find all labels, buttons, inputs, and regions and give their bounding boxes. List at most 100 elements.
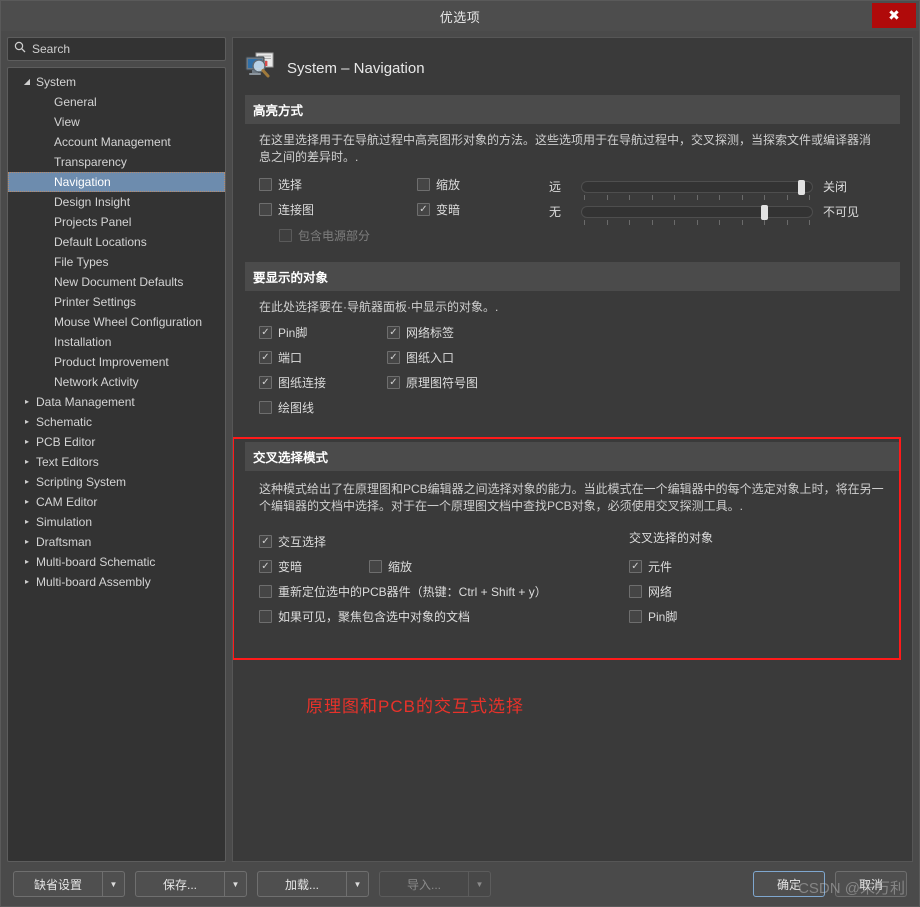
- sidebar-item-mouse-wheel-configuration[interactable]: Mouse Wheel Configuration: [8, 312, 225, 332]
- checkbox-item[interactable]: 缩放: [369, 558, 412, 575]
- chevron-down-icon[interactable]: ▼: [102, 872, 124, 896]
- search-input[interactable]: Search: [7, 37, 226, 61]
- slider-0[interactable]: [581, 179, 813, 200]
- checkbox-row: 绘图线: [259, 395, 387, 420]
- footer-button-item[interactable]: 加载... ▼: [257, 871, 369, 897]
- caret-collapsed-icon[interactable]: ▸: [18, 538, 36, 546]
- caret-collapsed-icon[interactable]: ▸: [18, 518, 36, 526]
- settings-tree[interactable]: ◢ System General View Account Management Tran…: [7, 67, 226, 862]
- checkbox-item[interactable]: 选择: [259, 176, 302, 193]
- dialog-footer: 缺省设置 ▼ 保存... ▼ 加载... ▼ 导入... ▼ 确定 取消 CSDN @朱万利: [1, 862, 919, 906]
- sidebar-item-transparency[interactable]: Transparency: [8, 152, 225, 172]
- sidebar-item-simulation[interactable]: ▸ Simulation: [8, 512, 225, 532]
- footer-button-item[interactable]: 缺省设置 ▼: [13, 871, 125, 897]
- checkbox-include-power-part[interactable]: 包含电源部分: [279, 227, 370, 244]
- checkbox-item[interactable]: 交互选择: [259, 533, 326, 550]
- slider-right-label: 不可见: [823, 205, 860, 219]
- checkbox-box: [259, 560, 272, 573]
- sidebar-item-view[interactable]: View: [8, 112, 225, 132]
- sidebar-item-network-activity[interactable]: Network Activity: [8, 372, 225, 392]
- caret-collapsed-icon[interactable]: ▸: [18, 458, 36, 466]
- sidebar-item-printer-settings[interactable]: Printer Settings: [8, 292, 225, 312]
- sidebar-item-label: Design Insight: [54, 195, 131, 209]
- checkbox-box: [387, 351, 400, 364]
- ok-button[interactable]: 确定: [753, 871, 825, 897]
- cross-select-section: 交叉选择模式 这种模式给出了在原理图和PCB编辑器之间选择对象的能力。当此模式在…: [245, 442, 900, 635]
- sidebar-item-schematic[interactable]: ▸ Schematic: [8, 412, 225, 432]
- slider-1[interactable]: [581, 204, 813, 225]
- checkbox-pin[interactable]: Pin脚: [259, 324, 307, 341]
- checkbox-item[interactable]: 元件: [629, 558, 672, 575]
- sidebar-item-label: Multi-board Assembly: [36, 575, 151, 589]
- checkbox-item[interactable]: 图纸连接: [259, 374, 326, 391]
- footer-left-buttons: 缺省设置 ▼ 保存... ▼ 加载... ▼ 导入... ▼: [13, 871, 491, 897]
- cancel-button[interactable]: 取消: [835, 871, 907, 897]
- checkbox-item[interactable]: 如果可见，聚焦包含选中对象的文档: [259, 608, 470, 625]
- checkbox-label: 交互选择: [278, 535, 327, 549]
- checkbox-label: 图纸入口: [406, 351, 455, 365]
- cross-select-right-column: 交叉选择的对象 元件网络 Pin脚: [629, 529, 713, 629]
- checkbox-pcb-ctrl-shift-y[interactable]: 重新定位选中的PCB器件（热键：Ctrl + Shift + y）: [259, 583, 547, 600]
- sidebar-item-data-management[interactable]: ▸ Data Management: [8, 392, 225, 412]
- monitor-magnifier-icon: [245, 52, 275, 85]
- caret-collapsed-icon[interactable]: ▸: [18, 438, 36, 446]
- highlight-description: 在这里选择用于在导航过程中高亮图形对象的方法。这些选项用于在导航过程中，交叉探测…: [259, 133, 872, 164]
- footer-button-item: 导入... ▼: [379, 871, 491, 897]
- chevron-down-icon[interactable]: ▼: [224, 872, 246, 896]
- sidebar-item-design-insight[interactable]: Design Insight: [8, 192, 225, 212]
- highlight-sliders: 远 关闭无 不可见: [549, 172, 860, 225]
- checkbox-pin[interactable]: Pin脚: [629, 608, 677, 625]
- sidebar-item-label: Draftsman: [36, 535, 92, 549]
- checkbox-label: Pin脚: [278, 326, 308, 340]
- checkbox-item[interactable]: 连接图: [259, 201, 314, 218]
- slider-knob[interactable]: [797, 179, 805, 195]
- caret-expanded-icon[interactable]: ◢: [18, 78, 36, 86]
- checkbox-item[interactable]: 原理图符号图: [387, 374, 478, 391]
- caret-collapsed-icon[interactable]: ▸: [18, 578, 36, 586]
- sidebar-item-pcb-editor[interactable]: ▸ PCB Editor: [8, 432, 225, 452]
- sidebar-item-text-editors[interactable]: ▸ Text Editors: [8, 452, 225, 472]
- caret-collapsed-icon[interactable]: ▸: [18, 478, 36, 486]
- checkbox-label: 网络: [648, 585, 673, 599]
- close-icon[interactable]: ✖: [872, 3, 916, 28]
- chevron-down-icon[interactable]: ▼: [346, 872, 368, 896]
- sidebar-item-account-management[interactable]: Account Management: [8, 132, 225, 152]
- sidebar-item-general[interactable]: General: [8, 92, 225, 112]
- sidebar-item-installation[interactable]: Installation: [8, 332, 225, 352]
- sidebar-item-file-types[interactable]: File Types: [8, 252, 225, 272]
- highlight-column-b: 缩放变暗: [417, 172, 549, 222]
- sidebar-item-draftsman[interactable]: ▸ Draftsman: [8, 532, 225, 552]
- checkbox-item[interactable]: 变暗: [417, 201, 460, 218]
- checkbox-item[interactable]: 网络: [629, 583, 672, 600]
- footer-button-item[interactable]: 保存... ▼: [135, 871, 247, 897]
- sidebar-item-navigation[interactable]: Navigation: [8, 172, 225, 192]
- checkbox-box: [629, 610, 642, 623]
- checkbox-box: [259, 326, 272, 339]
- caret-collapsed-icon[interactable]: ▸: [18, 398, 36, 406]
- checkbox-item[interactable]: 绘图线: [259, 399, 314, 416]
- caret-collapsed-icon[interactable]: ▸: [18, 418, 36, 426]
- sidebar-item-scripting-system[interactable]: ▸ Scripting System: [8, 472, 225, 492]
- sidebar-item-system[interactable]: ◢ System: [8, 72, 225, 92]
- sidebar-item-label: Simulation: [36, 515, 93, 529]
- checkbox-item[interactable]: 图纸入口: [387, 349, 454, 366]
- checkbox-item[interactable]: 网络标签: [387, 324, 454, 341]
- sidebar-item-projects-panel[interactable]: Projects Panel: [8, 212, 225, 232]
- caret-collapsed-icon[interactable]: ▸: [18, 498, 36, 506]
- slider-knob[interactable]: [761, 204, 768, 220]
- slider-row-0: 远 关闭: [549, 174, 859, 200]
- sidebar-item-multi-board-schematic[interactable]: ▸ Multi-board Schematic: [8, 552, 225, 572]
- sidebar-item-new-document-defaults[interactable]: New Document Defaults: [8, 272, 225, 292]
- sidebar-item-default-locations[interactable]: Default Locations: [8, 232, 225, 252]
- objects-section-body: 在此处选择要在·导航器面板·中显示的对象。. Pin脚端口图纸连接绘图线 网络标…: [245, 291, 900, 426]
- sidebar-item-product-improvement[interactable]: Product Improvement: [8, 352, 225, 372]
- highlight-section-header: 高亮方式: [245, 95, 900, 124]
- checkbox-item[interactable]: 缩放: [417, 176, 460, 193]
- checkbox-box: [259, 203, 272, 216]
- checkbox-item[interactable]: 变暗: [259, 558, 302, 575]
- slider-ticks: [584, 194, 810, 200]
- caret-collapsed-icon[interactable]: ▸: [18, 558, 36, 566]
- sidebar-item-multi-board-assembly[interactable]: ▸ Multi-board Assembly: [8, 572, 225, 592]
- sidebar-item-cam-editor[interactable]: ▸ CAM Editor: [8, 492, 225, 512]
- checkbox-item[interactable]: 端口: [259, 349, 302, 366]
